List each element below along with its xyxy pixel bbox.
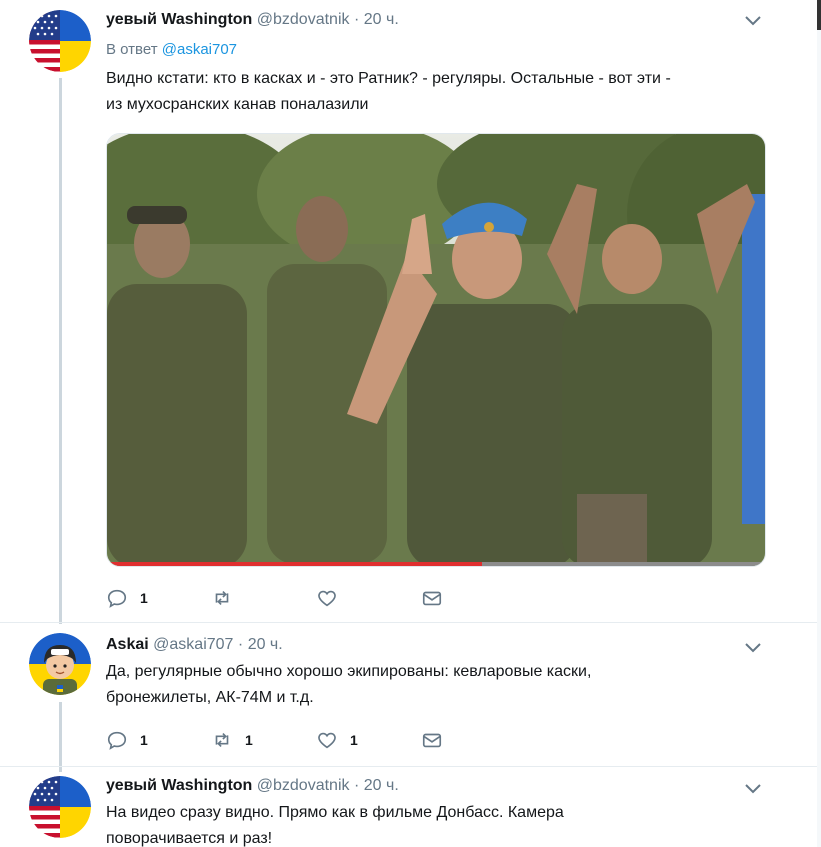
direct-message-button[interactable] xyxy=(421,728,526,752)
tweet[interactable]: уевый Washington @bzdovatnik · 20 ч. В о… xyxy=(0,0,821,620)
soldier-cartoon-avatar-icon[interactable] xyxy=(29,633,91,695)
display-name[interactable]: уевый Washington xyxy=(106,11,252,28)
separator-dot: · xyxy=(237,636,244,653)
usa-ukraine-flag-avatar-icon[interactable] xyxy=(29,776,91,838)
reply-count: 1 xyxy=(140,732,148,748)
retweet-button[interactable]: 1 xyxy=(211,728,316,752)
tweet-header: уевый Washington @bzdovatnik · 20 ч. xyxy=(106,776,771,796)
tweet-text-line: поворачивается и раз! xyxy=(106,830,273,847)
heart-icon xyxy=(318,590,336,607)
tweet-text-line: На видео сразу видно. Прямо как в фильме… xyxy=(106,804,564,821)
video-player[interactable] xyxy=(106,133,766,567)
separator-dot: · xyxy=(353,777,360,794)
like-button[interactable]: 1 xyxy=(316,728,421,752)
retweet-count: 1 xyxy=(245,732,253,748)
user-handle[interactable]: @bzdovatnik xyxy=(257,11,350,28)
tweet-text: Видно кстати: кто в касках и - это Ратни… xyxy=(106,66,771,118)
reply-mention-link[interactable]: @askai707 xyxy=(162,41,237,58)
tweet-divider xyxy=(0,622,817,623)
like-count: 1 xyxy=(350,732,358,748)
tweet[interactable]: Askai @askai707 · 20 ч. Да, регулярные о… xyxy=(0,625,821,765)
reply-context: В ответ @askai707 xyxy=(106,40,771,60)
scrollbar[interactable] xyxy=(817,0,821,847)
separator-dot: · xyxy=(353,11,360,28)
tweet-timestamp[interactable]: 20 ч. xyxy=(364,11,399,28)
tweet-text-line: бронежилеты, АК-74М и т.д. xyxy=(106,689,314,706)
chevron-down-icon[interactable] xyxy=(745,16,761,26)
retweet-icon xyxy=(215,732,229,748)
retweet-icon xyxy=(215,590,229,606)
envelope-icon xyxy=(422,591,442,606)
reply-count: 1 xyxy=(140,590,148,606)
tweet-text-line: Видно кстати: кто в касках и - это Ратни… xyxy=(106,70,671,87)
tweet-actions: 1 1 1 xyxy=(106,728,526,752)
tweet-header: уевый Washington @bzdovatnik · 20 ч. xyxy=(106,10,771,30)
video-frame-image xyxy=(107,134,765,566)
display-name[interactable]: Askai xyxy=(106,636,149,653)
user-handle[interactable]: @askai707 xyxy=(153,636,233,653)
like-button[interactable] xyxy=(316,586,421,610)
scrollbar-thumb[interactable] xyxy=(817,0,821,30)
reply-prefix: В ответ xyxy=(106,41,158,58)
heart-icon xyxy=(318,732,336,749)
envelope-icon xyxy=(422,733,442,748)
reply-icon xyxy=(107,731,127,750)
tweet-divider xyxy=(0,766,817,767)
usa-ukraine-flag-avatar-icon[interactable] xyxy=(29,10,91,72)
retweet-button[interactable] xyxy=(211,586,316,610)
tweet-text-line: из мухосранских канав поналазили xyxy=(106,96,369,113)
direct-message-button[interactable] xyxy=(421,586,526,610)
chevron-down-icon[interactable] xyxy=(745,643,761,653)
video-progress-bar[interactable] xyxy=(107,562,765,566)
tweet-header: Askai @askai707 · 20 ч. xyxy=(106,635,771,655)
tweet-timestamp[interactable]: 20 ч. xyxy=(364,777,399,794)
chevron-down-icon[interactable] xyxy=(745,784,761,794)
tweet-text: На видео сразу видно. Прямо как в фильме… xyxy=(106,800,771,847)
reply-button[interactable]: 1 xyxy=(106,586,211,610)
reply-icon xyxy=(107,589,127,608)
tweet-actions: 1 xyxy=(106,586,526,610)
tweet[interactable]: уевый Washington @bzdovatnik · 20 ч. На … xyxy=(0,768,821,847)
display-name[interactable]: уевый Washington xyxy=(106,777,252,794)
tweet-text-line: Да, регулярные обычно хорошо экипированы… xyxy=(106,663,592,680)
video-progress-fill xyxy=(107,562,483,566)
reply-button[interactable]: 1 xyxy=(106,728,211,752)
tweet-text: Да, регулярные обычно хорошо экипированы… xyxy=(106,659,771,711)
user-handle[interactable]: @bzdovatnik xyxy=(257,777,350,794)
tweet-timestamp[interactable]: 20 ч. xyxy=(248,636,283,653)
